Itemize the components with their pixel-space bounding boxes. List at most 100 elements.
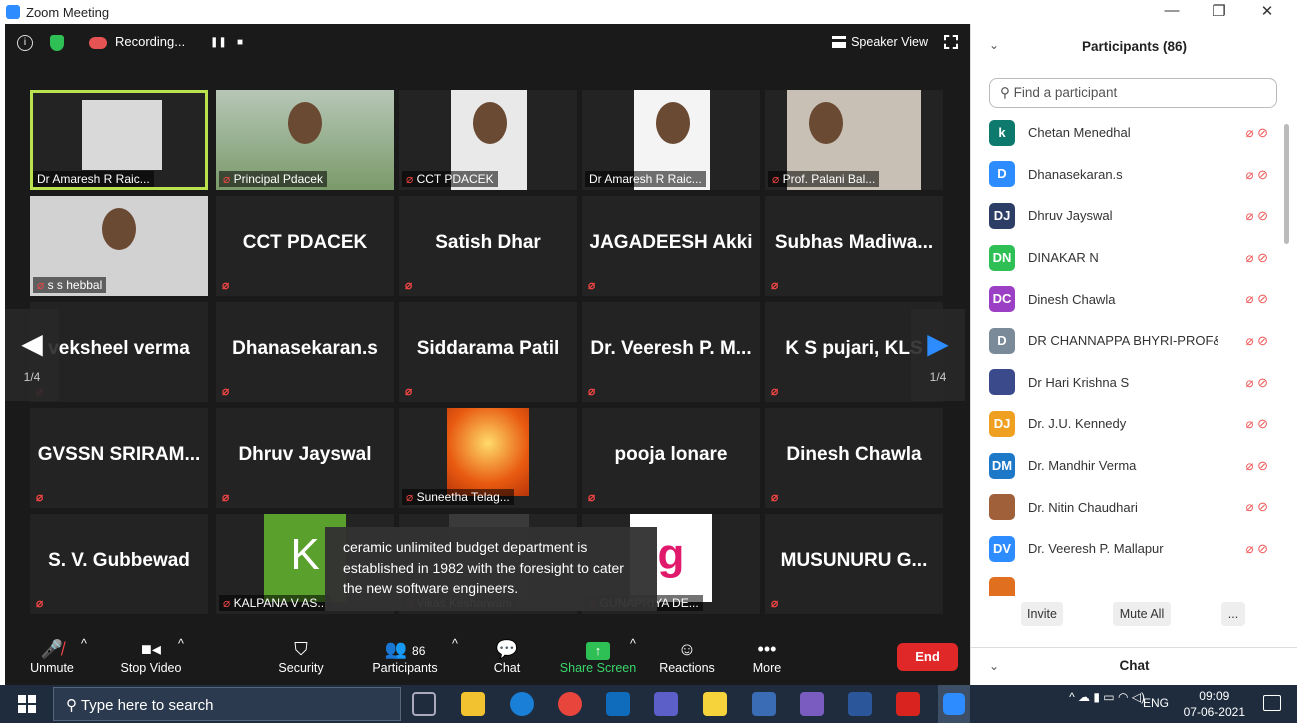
language-indicator[interactable]: ENG — [1143, 696, 1169, 710]
participant-tile[interactable]: ⌀ Prof. Palani Bal... — [765, 90, 943, 190]
participant-list-scrollbar[interactable] — [1284, 124, 1289, 244]
muted-mic-icon: ⌀ — [223, 172, 234, 186]
participant-tile[interactable]: Dhruv Jayswal ⌀ — [216, 408, 394, 508]
notification-icon[interactable] — [1263, 695, 1281, 711]
avatar: DN — [989, 244, 1015, 271]
mute-all-button[interactable]: Mute All — [1113, 602, 1171, 626]
participant-tile[interactable]: Dr Amaresh R Raic... — [30, 90, 208, 190]
edge-browser-icon[interactable] — [510, 692, 534, 716]
zoom-taskbar-icon[interactable] — [938, 685, 970, 723]
muted-mic-and-video-off-icons: ⌀ ⊘ — [1245, 416, 1268, 432]
more-options-button[interactable]: ... — [1221, 602, 1245, 626]
participant-tile[interactable]: Dhanasekaran.s ⌀ — [216, 302, 394, 402]
participant-name: Dinesh Chawla — [786, 444, 922, 465]
unmute-button[interactable]: 🎤̸ Unmute — [27, 637, 77, 675]
participant-tile[interactable]: Dr. Veeresh P. M... ⌀ — [582, 302, 760, 402]
share-screen-button[interactable]: ↑ Share Screen — [558, 637, 638, 675]
next-page-button[interactable]: ▶ 1/4 — [911, 309, 965, 401]
avatar: DC — [989, 286, 1015, 313]
speaker-view-button[interactable]: Speaker View — [832, 30, 928, 54]
muted-mic-icon: ⌀ — [406, 172, 417, 186]
end-meeting-button[interactable]: End — [897, 643, 958, 671]
previous-page-button[interactable]: ◀ 1/4 — [5, 309, 59, 401]
participant-list-item[interactable]: DJ Dhruv Jayswal ⌀ ⊘ — [971, 195, 1297, 237]
avatar: DJ — [989, 410, 1015, 437]
participant-list-item[interactable]: DM Dr. Mandhir Verma ⌀ ⊘ — [971, 445, 1297, 487]
participant-list-item[interactable]: Dr. Nitin Chaudhari ⌀ ⊘ — [971, 486, 1297, 528]
find-participant-input[interactable]: ⚲ Find a participant — [989, 78, 1277, 108]
participant-tile[interactable]: ⌀ Principal Pdacek — [216, 90, 394, 190]
outlook-icon[interactable] — [606, 692, 630, 716]
participant-list-name: Dr. Mandhir Verma — [1028, 458, 1137, 474]
participant-name-label: ⌀ Suneetha Telag... — [402, 489, 514, 505]
taskbar-clock[interactable]: 09:09 07-06-2021 — [1184, 688, 1245, 720]
participant-tile[interactable]: ⌀ Suneetha Telag... — [399, 408, 577, 508]
task-view-icon[interactable] — [412, 692, 436, 716]
security-button[interactable]: ⛉ Security — [271, 637, 331, 675]
participant-list-item[interactable]: DN DINAKAR N ⌀ ⊘ — [971, 237, 1297, 279]
more-button[interactable]: ••• More — [747, 637, 787, 675]
participant-tile[interactable]: CCT PDACEK ⌀ — [216, 196, 394, 296]
file-explorer-icon[interactable] — [461, 692, 485, 716]
pause-recording-button[interactable]: ❚❚ — [210, 37, 227, 48]
participant-name-label: Dr Amaresh R Raic... — [585, 171, 706, 187]
participant-tile[interactable]: Subhas Madiwa... ⌀ — [765, 196, 943, 296]
muted-mic-and-video-off-icons: ⌀ ⊘ — [1245, 291, 1268, 307]
app-icon[interactable] — [752, 692, 776, 716]
participant-tile[interactable]: pooja lonare ⌀ — [582, 408, 760, 508]
avatar: D — [989, 327, 1015, 354]
participant-list-item[interactable]: DJ Dr. J.U. Kennedy ⌀ ⊘ — [971, 403, 1297, 445]
chrome-browser-icon[interactable] — [558, 692, 582, 716]
video-options-caret[interactable]: ^ — [178, 637, 184, 651]
participant-name: Dhanasekaran.s — [232, 338, 378, 359]
chat-button[interactable]: 💬 Chat — [487, 637, 527, 675]
paint-icon[interactable] — [800, 692, 824, 716]
participant-tile[interactable]: JAGADEESH Akki ⌀ — [582, 196, 760, 296]
recording-status: Recording... — [115, 34, 186, 49]
encryption-shield-icon[interactable] — [50, 35, 64, 51]
participant-tile[interactable]: ⌀ CCT PDACEK — [399, 90, 577, 190]
participant-list-name: Dinesh Chawla — [1028, 291, 1116, 307]
fullscreen-icon[interactable] — [944, 35, 958, 49]
word-icon[interactable] — [848, 692, 872, 716]
participants-options-caret[interactable]: ^ — [452, 637, 458, 651]
participant-list-item[interactable]: DV Dr. Veeresh P. Mallapur ⌀ ⊘ — [971, 528, 1297, 570]
info-icon[interactable]: i — [17, 35, 33, 51]
participant-tile[interactable]: Siddarama Patil ⌀ — [399, 302, 577, 402]
reactions-button[interactable]: ☺ Reactions — [657, 637, 717, 675]
participant-list-item[interactable]: DC Dinesh Chawla ⌀ ⊘ — [971, 278, 1297, 320]
participant-list-item[interactable]: D Dhanasekaran.s ⌀ ⊘ — [971, 154, 1297, 196]
participant-list-item[interactable] — [971, 570, 1297, 596]
participant-tile[interactable]: MUSUNURU G... ⌀ — [765, 514, 943, 614]
system-tray-icons[interactable]: ^ ☁ ▮ ▭ ◠ ◁) — [1069, 690, 1145, 704]
close-button[interactable]: ✕ — [1252, 2, 1282, 20]
participant-name: Satish Dhar — [435, 232, 541, 253]
invite-button[interactable]: Invite — [1021, 602, 1063, 626]
sticky-notes-icon[interactable] — [703, 692, 727, 716]
participant-list-name: Dr. Veeresh P. Mallapur — [1028, 541, 1164, 557]
teams-icon[interactable] — [654, 692, 678, 716]
windows-start-icon[interactable] — [18, 695, 36, 713]
participant-name-label: Dr Amaresh R Raic... — [33, 171, 154, 187]
chat-title: Chat — [1119, 658, 1150, 673]
stop-recording-button[interactable]: ■ — [237, 37, 243, 48]
participant-list-item[interactable]: k Chetan Menedhal ⌀ ⊘ — [971, 112, 1297, 154]
participant-list-item[interactable]: D DR CHANNAPPA BHYRI-PROF&... ⌀ ⊘ — [971, 320, 1297, 362]
participant-list-item[interactable]: Dr Hari Krishna S ⌀ ⊘ — [971, 362, 1297, 404]
participant-tile[interactable]: S. V. Gubbewad ⌀ — [30, 514, 208, 614]
participants-button[interactable]: 👥 86 Participants — [365, 637, 445, 675]
acrobat-icon[interactable] — [896, 692, 920, 716]
audio-options-caret[interactable]: ^ — [81, 637, 87, 651]
taskbar-search-box[interactable]: ⚲ Type here to search — [53, 687, 401, 721]
reactions-smiley-icon: ☺ — [677, 639, 697, 659]
muted-mic-and-video-off-icons: ⌀ ⊘ — [1245, 540, 1268, 556]
participant-tile[interactable]: Dinesh Chawla ⌀ — [765, 408, 943, 508]
participant-tile[interactable]: GVSSN SRIRAM... ⌀ — [30, 408, 208, 508]
participant-list[interactable]: k Chetan Menedhal ⌀ ⊘ D Dhanasekaran.s ⌀ ⊘ DJ D… — [971, 112, 1297, 596]
restore-button[interactable]: ❐ — [1204, 2, 1234, 20]
minimize-button[interactable]: — — [1157, 2, 1187, 19]
participant-tile[interactable]: Dr Amaresh R Raic... — [582, 90, 760, 190]
participant-tile[interactable]: ⌀ s s hebbal — [30, 196, 208, 296]
share-options-caret[interactable]: ^ — [630, 637, 636, 651]
participant-tile[interactable]: Satish Dhar ⌀ — [399, 196, 577, 296]
